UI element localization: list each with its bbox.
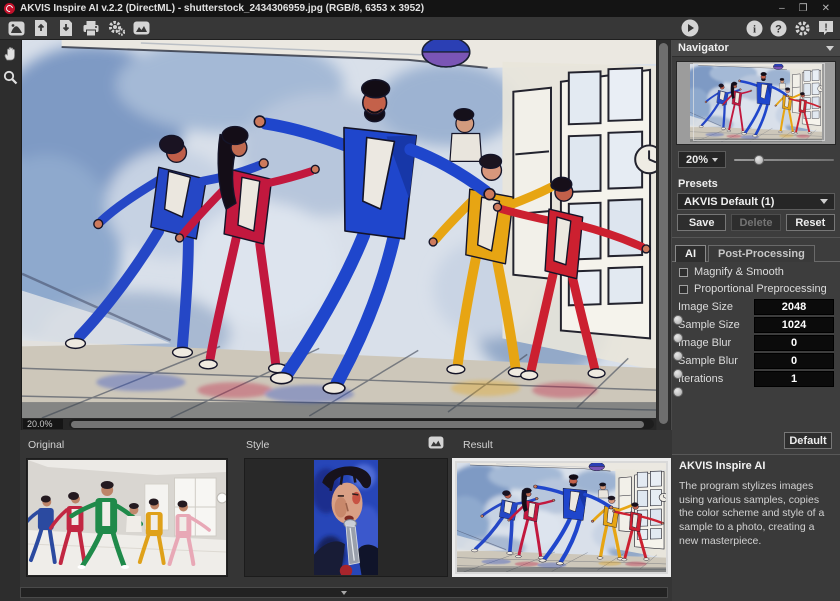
style-thumbnail[interactable] [244,458,448,577]
proportional-preprocessing-label: Proportional Preprocessing [694,283,827,295]
image-blur-value[interactable]: 0 [754,335,834,351]
left-strip-extension [0,430,20,601]
about-title: AKVIS Inspire AI [679,460,833,472]
svg-text:?: ? [775,23,782,35]
image-blur-param: Image Blur 0 [672,332,840,350]
tool-strip [0,40,22,430]
canvas-statusbar: 20.0% [22,418,656,430]
image-size-label: Image Size [678,301,733,313]
collapse-arrow-icon [341,591,347,595]
batch-processing-icon[interactable] [107,19,125,37]
navigator-thumbnail[interactable] [676,61,836,145]
iterations-label: Iterations [678,373,723,385]
style-image [314,460,378,575]
thumbnails-panel: Original Style Result [20,430,672,601]
result-thumbnail[interactable] [452,458,671,577]
default-button[interactable]: Default [784,432,832,449]
titlebar: AKVIS Inspire AI v.2.2 (DirectML) - shut… [0,0,840,17]
horizontal-scrollbar[interactable] [69,419,654,429]
delete-preset-button[interactable]: Delete [731,214,780,231]
info-icon[interactable]: i [745,19,763,37]
run-button[interactable] [681,19,699,37]
zoom-value: 20% [686,154,708,166]
close-button[interactable]: ✕ [822,4,830,14]
image-blur-slider-handle[interactable] [673,351,683,361]
settings-tabs: AI Post-Processing [672,242,840,262]
window-title: AKVIS Inspire AI v.2.2 (DirectML) - shut… [20,3,424,14]
presets-label: Presets [672,172,840,192]
image-size-slider-handle[interactable] [673,315,683,325]
settings-panel: Navigator 20% Presets AKVIS Default (1) … [671,40,840,601]
sample-blur-param: Sample Blur 0 [672,350,840,368]
magnify-smooth-row[interactable]: Magnify & Smooth [672,262,840,279]
about-text: The program stylizes images using variou… [679,480,833,548]
style-label: Style [246,439,269,451]
panel-collapse-bar[interactable] [20,587,668,598]
iterations-slider-handle[interactable] [673,387,683,397]
navigator-collapse-icon[interactable] [826,46,834,51]
zoom-tool-icon[interactable] [2,68,20,86]
open-image-icon[interactable] [32,19,50,37]
sample-size-value[interactable]: 1024 [754,317,834,333]
preset-dropdown[interactable]: AKVIS Default (1) [677,193,835,210]
svg-text:i: i [752,23,755,35]
toolbar: i ? ! [0,17,840,40]
sample-size-label: Sample Size [678,319,740,331]
vertical-scrollbar-thumb[interactable] [659,43,668,424]
workspace-icon[interactable] [7,19,25,37]
sample-blur-label: Sample Blur [678,355,738,367]
choose-style-image-icon[interactable] [426,433,446,451]
navigator-header[interactable]: Navigator [672,40,840,57]
result-image [22,40,656,418]
tab-ai[interactable]: AI [675,245,706,262]
divider [672,237,840,238]
share-image-icon[interactable] [132,19,150,37]
result-image-thumb [457,463,666,572]
zoom-slider[interactable] [734,154,834,166]
navigator-preview-image [690,64,822,142]
image-canvas[interactable] [22,40,656,418]
preferences-gear-icon[interactable] [793,19,811,37]
maximize-button[interactable]: ❐ [799,4,808,14]
about-panel: AKVIS Inspire AI The program stylizes im… [672,454,840,601]
save-image-icon[interactable] [57,19,75,37]
minimize-button[interactable]: – [779,4,785,14]
save-preset-button[interactable]: Save [677,214,726,231]
original-label: Original [28,439,64,451]
feedback-icon[interactable]: ! [817,19,835,37]
image-size-value[interactable]: 2048 [754,299,834,315]
svg-text:!: ! [824,23,827,34]
original-image [28,460,226,575]
navigator-title: Navigator [678,42,729,54]
app-logo-icon [4,3,15,14]
sample-size-slider-handle[interactable] [673,333,683,343]
proportional-preprocessing-row[interactable]: Proportional Preprocessing [672,279,840,296]
sample-size-param: Sample Size 1024 [672,314,840,332]
zoom-readout: 20.0% [23,419,63,429]
reset-preset-button[interactable]: Reset [786,214,835,231]
hand-tool-icon[interactable] [2,44,20,62]
zoom-slider-handle[interactable] [754,155,764,165]
proportional-preprocessing-checkbox[interactable] [679,285,688,294]
result-label: Result [463,439,493,451]
zoom-dropdown-icon [712,158,718,162]
sample-blur-slider-handle[interactable] [673,369,683,379]
image-blur-label: Image Blur [678,337,731,349]
help-icon[interactable]: ? [769,19,787,37]
iterations-value[interactable]: 1 [754,371,834,387]
iterations-param: Iterations 1 [672,368,840,386]
zoom-select-button[interactable]: 20% [678,151,726,168]
preset-selected-value: AKVIS Default (1) [684,196,774,208]
preset-dropdown-icon [820,199,828,204]
image-size-param: Image Size 2048 [672,296,840,314]
print-icon[interactable] [82,19,100,37]
magnify-smooth-label: Magnify & Smooth [694,266,784,278]
sample-blur-value[interactable]: 0 [754,353,834,369]
original-thumbnail[interactable] [26,458,228,577]
horizontal-scrollbar-thumb[interactable] [71,421,644,428]
magnify-smooth-checkbox[interactable] [679,268,688,277]
tab-post-processing[interactable]: Post-Processing [708,245,815,262]
vertical-scrollbar[interactable] [657,40,670,430]
